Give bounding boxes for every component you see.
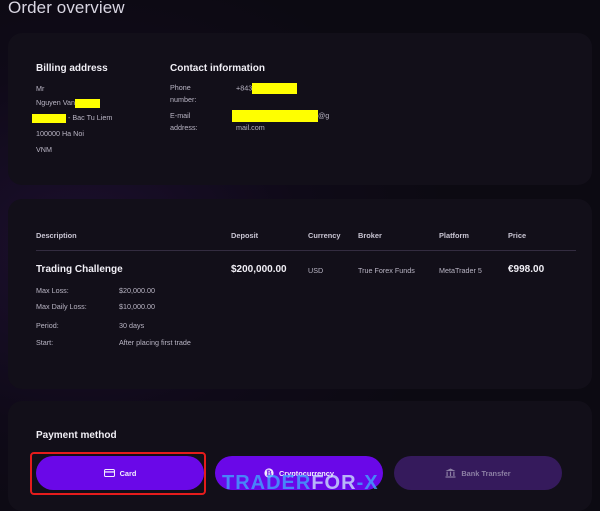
email-label-1: E-mail (170, 111, 191, 120)
billing-city: 100000 Ha Noi (36, 129, 84, 138)
selection-highlight-box (30, 452, 206, 495)
billing-name: Nguyen Van (36, 98, 101, 108)
watermark-part1: TRADER (222, 472, 312, 494)
redaction-highlight (32, 113, 66, 123)
email-label-2: address: (170, 123, 198, 132)
col-description: Description (36, 231, 77, 240)
platform-value: MetaTrader 5 (439, 266, 482, 275)
col-broker: Broker (358, 231, 382, 240)
watermark-part3: -X (356, 472, 379, 494)
table-divider (36, 250, 576, 251)
broker-value: True Forex Funds (358, 266, 415, 275)
detail-label: Period: (36, 321, 59, 330)
redaction-highlight (232, 110, 318, 122)
order-card: Description Deposit Currency Broker Plat… (8, 199, 592, 389)
redaction-highlight (75, 98, 101, 108)
phone-label-1: Phone (170, 83, 191, 92)
detail-value: 30 days (119, 321, 145, 330)
redaction-highlight (252, 83, 298, 94)
phone-prefix: +843 (236, 83, 253, 93)
payment-heading: Payment method (36, 430, 117, 441)
deposit-value: $200,000.00 (231, 264, 287, 275)
detail-label: Start: (36, 338, 54, 347)
billing-name-text: Nguyen Van (36, 98, 76, 107)
pay-bank-label: Bank Transfer (461, 468, 511, 478)
contact-heading: Contact information (170, 63, 265, 74)
page-title: Order overview (8, 0, 125, 17)
billing-heading: Billing address (36, 63, 108, 74)
price-value: €998.00 (508, 264, 545, 275)
detail-value: $10,000.00 (119, 302, 155, 311)
col-platform: Platform (439, 231, 469, 240)
watermark-part2: FOR (311, 472, 357, 494)
col-deposit: Deposit (231, 231, 259, 240)
detail-value: $20,000.00 (119, 286, 155, 295)
detail-label: Max Loss: (36, 286, 69, 295)
phone-value: +843 (236, 83, 298, 94)
detail-label: Max Daily Loss: (36, 302, 87, 311)
col-currency: Currency (308, 231, 341, 240)
contact-card: Billing address Mr Nguyen Van - Bac Tu L… (8, 33, 592, 185)
billing-country: VNM (36, 145, 52, 154)
email-value: @g (232, 110, 329, 122)
bank-icon (445, 468, 456, 478)
billing-street: - Bac Tu Liem (32, 113, 112, 123)
email-suffix-1: @g (318, 110, 330, 120)
phone-label-2: number: (170, 95, 197, 104)
watermark: TRADERFOR-X (222, 472, 379, 495)
col-price: Price (508, 231, 527, 240)
detail-value: After placing first trade (119, 338, 191, 347)
pay-bank-button[interactable]: Bank Transfer (394, 456, 562, 490)
billing-street-text: - Bac Tu Liem (68, 113, 113, 122)
currency-value: USD (308, 266, 324, 275)
product-name: Trading Challenge (36, 264, 123, 275)
email-suffix-2: mail.com (236, 123, 265, 132)
billing-title: Mr (36, 84, 45, 93)
